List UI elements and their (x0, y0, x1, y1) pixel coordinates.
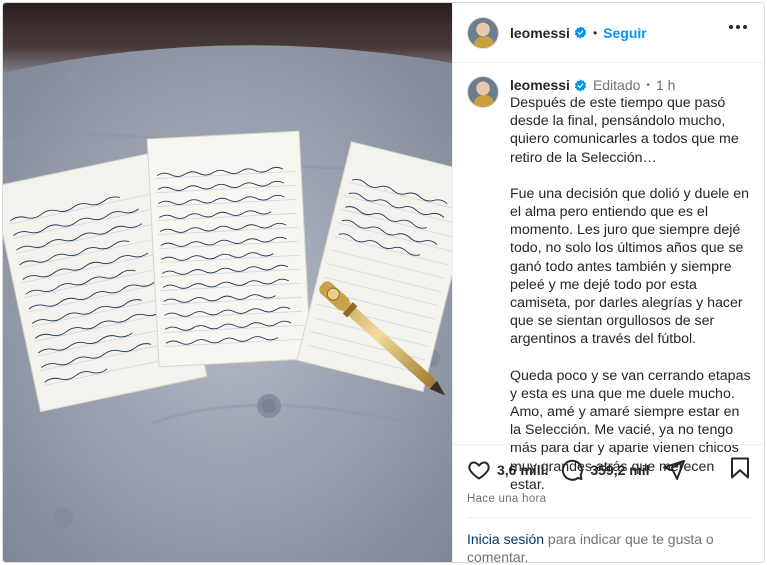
caption-paragraph: Después de este tiempo que pasó desde la… (510, 95, 739, 166)
edited-label: Editado (592, 77, 641, 93)
post-actions: 3,6 mill. 359,2 mil Hace una hora Inicia… (453, 444, 764, 562)
header-username[interactable]: leomessi (510, 25, 570, 41)
post-photo[interactable] (3, 3, 452, 562)
post-time-ago[interactable]: Hace una hora (467, 493, 751, 505)
share-icon (662, 460, 685, 480)
caption-username[interactable]: leomessi (510, 77, 570, 93)
save-button[interactable] (729, 456, 751, 485)
caption-header: leomessi Editado • 1 h (510, 76, 751, 94)
caption-body: leomessi Editado • 1 h Después de este t… (510, 76, 751, 493)
more-options-icon[interactable] (729, 25, 747, 29)
caption: leomessi Editado • 1 h Después de este t… (453, 64, 764, 493)
comment-button[interactable]: 359,2 mil (560, 458, 650, 482)
avatar[interactable] (467, 16, 499, 49)
action-bar: 3,6 mill. 359,2 mil (467, 455, 751, 485)
verified-badge-icon (574, 78, 587, 92)
like-button[interactable]: 3,6 mill. (467, 458, 548, 482)
photo-letters-on-cushion (3, 3, 452, 562)
caption-separator: • (646, 79, 650, 91)
share-button[interactable] (662, 458, 686, 482)
header-separator: • (592, 25, 598, 40)
caption-paragraph: Fue una decisión que dolió y duele en el… (510, 185, 749, 348)
caption-avatar[interactable] (467, 76, 499, 108)
caption-time[interactable]: 1 h (656, 77, 675, 93)
post-side-panel: leomessi • Seguir leomessi Editado • 1 h… (452, 3, 764, 562)
verified-badge-icon (574, 26, 587, 39)
post-header: leomessi • Seguir (453, 3, 764, 63)
caption-text: Después de este tiempo que pasó desde la… (510, 94, 751, 494)
login-link[interactable]: Inicia sesión (467, 531, 544, 547)
heart-icon (468, 461, 490, 480)
bookmark-icon (731, 457, 749, 478)
follow-button[interactable]: Seguir (603, 25, 647, 41)
post-container: leomessi • Seguir leomessi Editado • 1 h… (2, 2, 765, 563)
comments-count[interactable]: 359,2 mil (590, 462, 649, 478)
login-prompt: Inicia sesión para indicar que te gusta … (467, 517, 751, 562)
comment-icon (562, 459, 584, 481)
likes-count[interactable]: 3,6 mill. (497, 462, 548, 478)
